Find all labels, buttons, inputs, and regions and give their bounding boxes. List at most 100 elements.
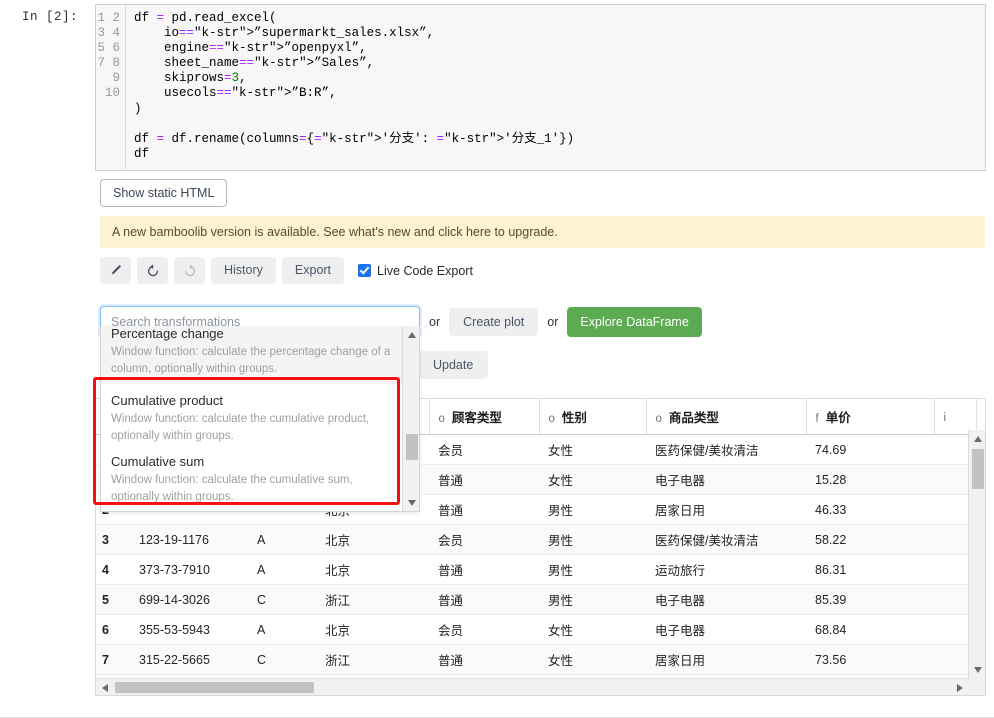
table-cell-invoice: 699-14-3026	[130, 584, 248, 615]
undo-icon[interactable]	[137, 257, 168, 284]
table-cell-branch: C	[248, 584, 316, 615]
suggestion-description: Window function: calculate the percentag…	[111, 346, 391, 375]
column-header-label: 性别	[561, 411, 587, 425]
suggestion-item-cumulative-product[interactable]: Cumulative product Window function: calc…	[101, 390, 402, 451]
suggestion-description: Window function: calculate the cumulativ…	[111, 474, 353, 503]
row-index-cell: 6	[96, 614, 130, 645]
horizontal-scroll-thumb[interactable]	[115, 682, 314, 693]
table-cell-invoice: 373-73-7910	[130, 554, 248, 585]
table-cell-province: 北京	[316, 524, 429, 555]
table-cell-customer: 普通	[429, 554, 539, 585]
table-cell-price: 68.84	[806, 614, 934, 645]
table-vertical-scrollbar[interactable]	[968, 430, 985, 678]
scroll-right-icon[interactable]	[951, 679, 968, 695]
export-button[interactable]: Export	[281, 257, 345, 284]
live-code-export-toggle[interactable]: Live Code Export	[358, 264, 473, 278]
table-cell-province: 北京	[316, 614, 429, 645]
table-cell-customer: 普通	[429, 464, 539, 495]
suggestion-title: Cumulative sum	[111, 454, 205, 469]
table-row[interactable]: 6 355-53-5943 A 北京 会员 女性 电子电器 68.84	[96, 614, 976, 645]
table-cell-price: 15.28	[806, 464, 934, 495]
dropdown-scroll-thumb[interactable]	[406, 434, 418, 460]
table-cell-gender: 女性	[539, 614, 646, 645]
suggestion-item-percentage-change[interactable]: Percentage change Window function: calcu…	[101, 326, 402, 384]
suggestion-item-cumulative-sum[interactable]: Cumulative sum Window function: calculat…	[101, 451, 402, 511]
column-header-单价[interactable]: f 单价	[806, 399, 935, 435]
code-text[interactable]: df = pd.read_excel( io=="k-str">”superma…	[126, 5, 985, 170]
suggestion-title: Cumulative product	[111, 393, 223, 408]
table-cell-price: 58.22	[806, 524, 934, 555]
update-button[interactable]: Update	[418, 351, 489, 379]
table-cell-product: 电子电器	[646, 584, 806, 615]
dropdown-scrollbar[interactable]	[402, 326, 419, 511]
suggestion-description: Window function: calculate the cumulativ…	[111, 413, 370, 442]
table-row[interactable]: 5 699-14-3026 C 浙江 普通 男性 电子电器 85.39	[96, 584, 976, 615]
table-cell-price: 86.31	[806, 554, 934, 585]
show-static-html-button[interactable]: Show static HTML	[100, 179, 228, 207]
column-header-label: 顾客类型	[451, 411, 502, 425]
table-cell-price: 74.69	[806, 434, 934, 465]
notebook-input-cell: In [2]: 1 2 3 4 5 6 7 8 9 10 df = pd.rea…	[0, 0, 994, 171]
column-type-indicator: f	[815, 413, 819, 425]
table-cell-gender: 女性	[539, 464, 646, 495]
checkbox-checked-icon[interactable]	[358, 264, 372, 277]
column-header-顾客类型[interactable]: o 顾客类型	[429, 399, 540, 435]
transformation-suggestions-dropdown[interactable]: Percentage change Window function: calcu…	[100, 326, 420, 512]
create-plot-button[interactable]: Create plot	[449, 307, 539, 336]
line-number-gutter: 1 2 3 4 5 6 7 8 9 10	[96, 5, 126, 170]
chevron-up-icon[interactable]	[403, 326, 419, 343]
or-separator-1: or	[429, 314, 441, 329]
vertical-scroll-thumb[interactable]	[972, 449, 984, 489]
table-cell-branch: A	[248, 554, 316, 585]
table-cell-gender: 女性	[539, 434, 646, 465]
table-cell-gender: 男性	[539, 554, 646, 585]
table-cell-price: 85.39	[806, 584, 934, 615]
suggestion-title: Percentage change	[111, 326, 224, 341]
row-index-cell: 3	[96, 524, 130, 555]
version-upgrade-banner[interactable]: A new bamboolib version is available. Se…	[100, 216, 985, 248]
table-row[interactable]: 4 373-73-7910 A 北京 普通 男性 运动旅行 86.31	[96, 554, 976, 585]
column-header-商品类型[interactable]: o 商品类型	[646, 399, 807, 435]
column-header-性别[interactable]: o 性别	[539, 399, 647, 435]
column-type-indicator: o	[548, 413, 555, 425]
table-cell-product: 居家日用	[646, 494, 806, 525]
explore-dataframe-button[interactable]: Explore DataFrame	[567, 306, 702, 337]
page-root: In [2]: 1 2 3 4 5 6 7 8 9 10 df = pd.rea…	[0, 0, 994, 718]
table-cell-product: 电子电器	[646, 614, 806, 645]
table-cell-invoice: 315-22-5665	[130, 644, 248, 675]
table-cell-branch: C	[248, 644, 316, 675]
table-cell-customer: 会员	[429, 614, 539, 645]
pencil-icon[interactable]	[100, 257, 131, 284]
table-horizontal-scrollbar[interactable]	[96, 678, 985, 695]
history-button[interactable]: History	[211, 257, 276, 284]
table-cell-province: 浙江	[316, 644, 429, 675]
redo-icon[interactable]	[174, 257, 205, 284]
table-cell-gender: 女性	[539, 644, 646, 675]
table-row[interactable]: 3 123-19-1176 A 北京 会员 男性 医药保健/美妆清洁 58.22	[96, 524, 976, 555]
bamboolib-toolbar: History Export Live Code Export	[100, 257, 986, 284]
scroll-up-icon[interactable]	[969, 430, 985, 447]
table-cell-product: 电子电器	[646, 464, 806, 495]
table-cell-customer: 普通	[429, 644, 539, 675]
column-type-indicator: o	[655, 413, 662, 425]
column-header-label: 单价	[825, 411, 851, 425]
table-cell-branch: A	[248, 614, 316, 645]
table-cell-price: 73.56	[806, 644, 934, 675]
scroll-left-icon[interactable]	[96, 679, 113, 695]
table-cell-customer: 会员	[429, 434, 539, 465]
row-index-cell: 5	[96, 584, 130, 615]
table-row[interactable]: 7 315-22-5665 C 浙江 普通 女性 居家日用 73.56	[96, 644, 976, 675]
table-cell-invoice: 355-53-5943	[130, 614, 248, 645]
row-index-cell: 4	[96, 554, 130, 585]
scroll-down-icon[interactable]	[969, 661, 985, 678]
table-cell-gender: 男性	[539, 524, 646, 555]
highlighted-suggestions-group: Cumulative product Window function: calc…	[101, 384, 402, 511]
column-header-label: 商品类型	[668, 411, 719, 425]
table-cell-gender: 男性	[539, 584, 646, 615]
table-cell-product: 医药保健/美妆清洁	[646, 524, 806, 555]
chevron-down-icon[interactable]	[403, 494, 419, 511]
scrollbar-corner	[968, 678, 985, 695]
code-editor[interactable]: 1 2 3 4 5 6 7 8 9 10 df = pd.read_excel(…	[95, 4, 986, 171]
table-cell-product: 运动旅行	[646, 554, 806, 585]
row-index-cell: 7	[96, 644, 130, 675]
